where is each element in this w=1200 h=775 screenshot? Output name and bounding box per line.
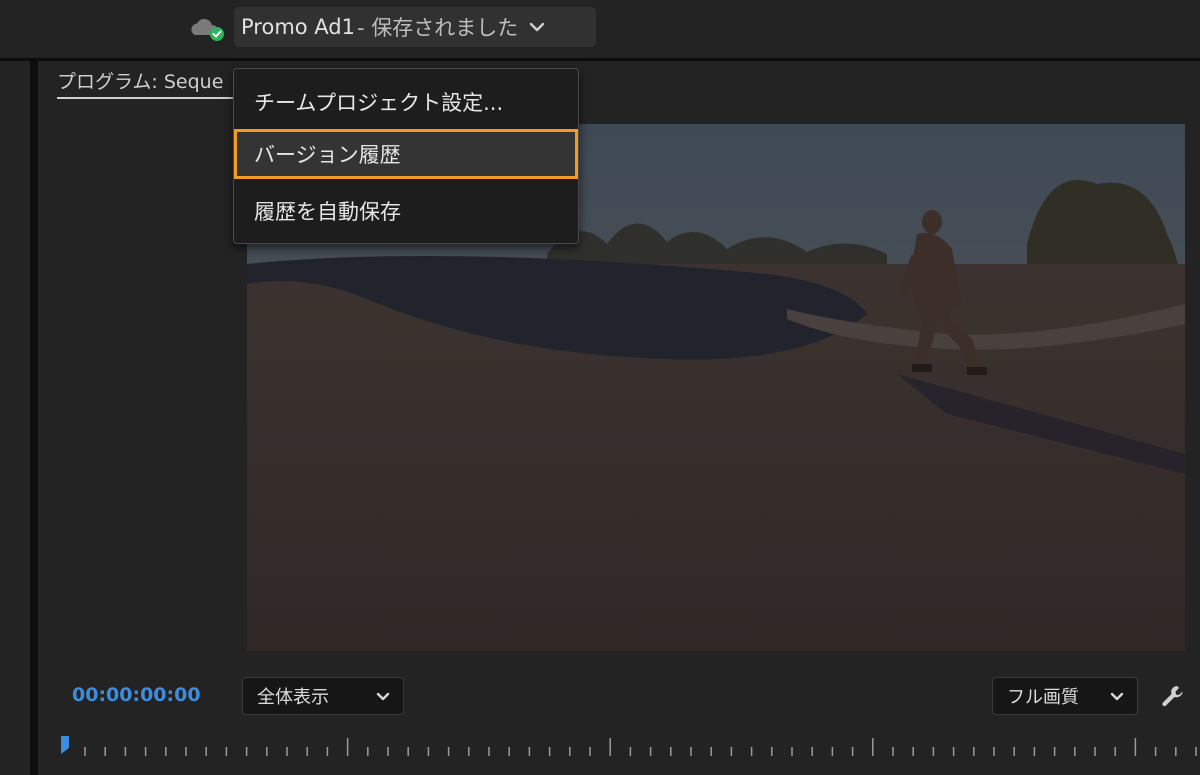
time-ruler[interactable] bbox=[57, 730, 1200, 760]
project-name: Promo Ad1 bbox=[241, 15, 355, 39]
playback-resolution-select[interactable]: フル画質 bbox=[992, 677, 1138, 715]
menu-item-auto-save-history[interactable]: 履歴を自動保存 bbox=[234, 186, 578, 236]
menu-item-label: バージョン履歴 bbox=[254, 143, 401, 167]
zoom-level-value: 全体表示 bbox=[257, 687, 329, 708]
tab-active-underline bbox=[57, 97, 237, 99]
project-title-menu-button[interactable]: Promo Ad1 - 保存されました bbox=[234, 7, 596, 47]
menu-item-label: 履歴を自動保存 bbox=[254, 200, 401, 224]
menu-item-label: チームプロジェクト設定... bbox=[254, 91, 504, 115]
menu-item-team-project-settings[interactable]: チームプロジェクト設定... bbox=[234, 77, 578, 127]
top-divider bbox=[0, 58, 1200, 61]
chevron-down-icon bbox=[530, 22, 545, 32]
top-bar: Promo Ad1 - 保存されました bbox=[0, 0, 1200, 58]
chevron-down-icon bbox=[1110, 692, 1124, 701]
tab-program-monitor[interactable]: プログラム: Seque bbox=[57, 67, 223, 94]
panel-divider[interactable] bbox=[30, 61, 38, 775]
zoom-level-select[interactable]: 全体表示 bbox=[242, 677, 404, 715]
project-menu: チームプロジェクト設定... バージョン履歴 履歴を自動保存 bbox=[233, 68, 579, 244]
playback-resolution-value: フル画質 bbox=[1007, 687, 1079, 708]
playhead-timecode[interactable]: 00:00:00:00 bbox=[72, 684, 201, 706]
chevron-down-icon bbox=[376, 692, 390, 701]
wrench-icon[interactable] bbox=[1160, 683, 1186, 709]
playhead-marker[interactable] bbox=[60, 735, 70, 755]
menu-item-version-history[interactable]: バージョン履歴 bbox=[234, 129, 578, 179]
cloud-synced-icon[interactable] bbox=[189, 14, 227, 42]
save-status: - 保存されました bbox=[356, 16, 519, 40]
